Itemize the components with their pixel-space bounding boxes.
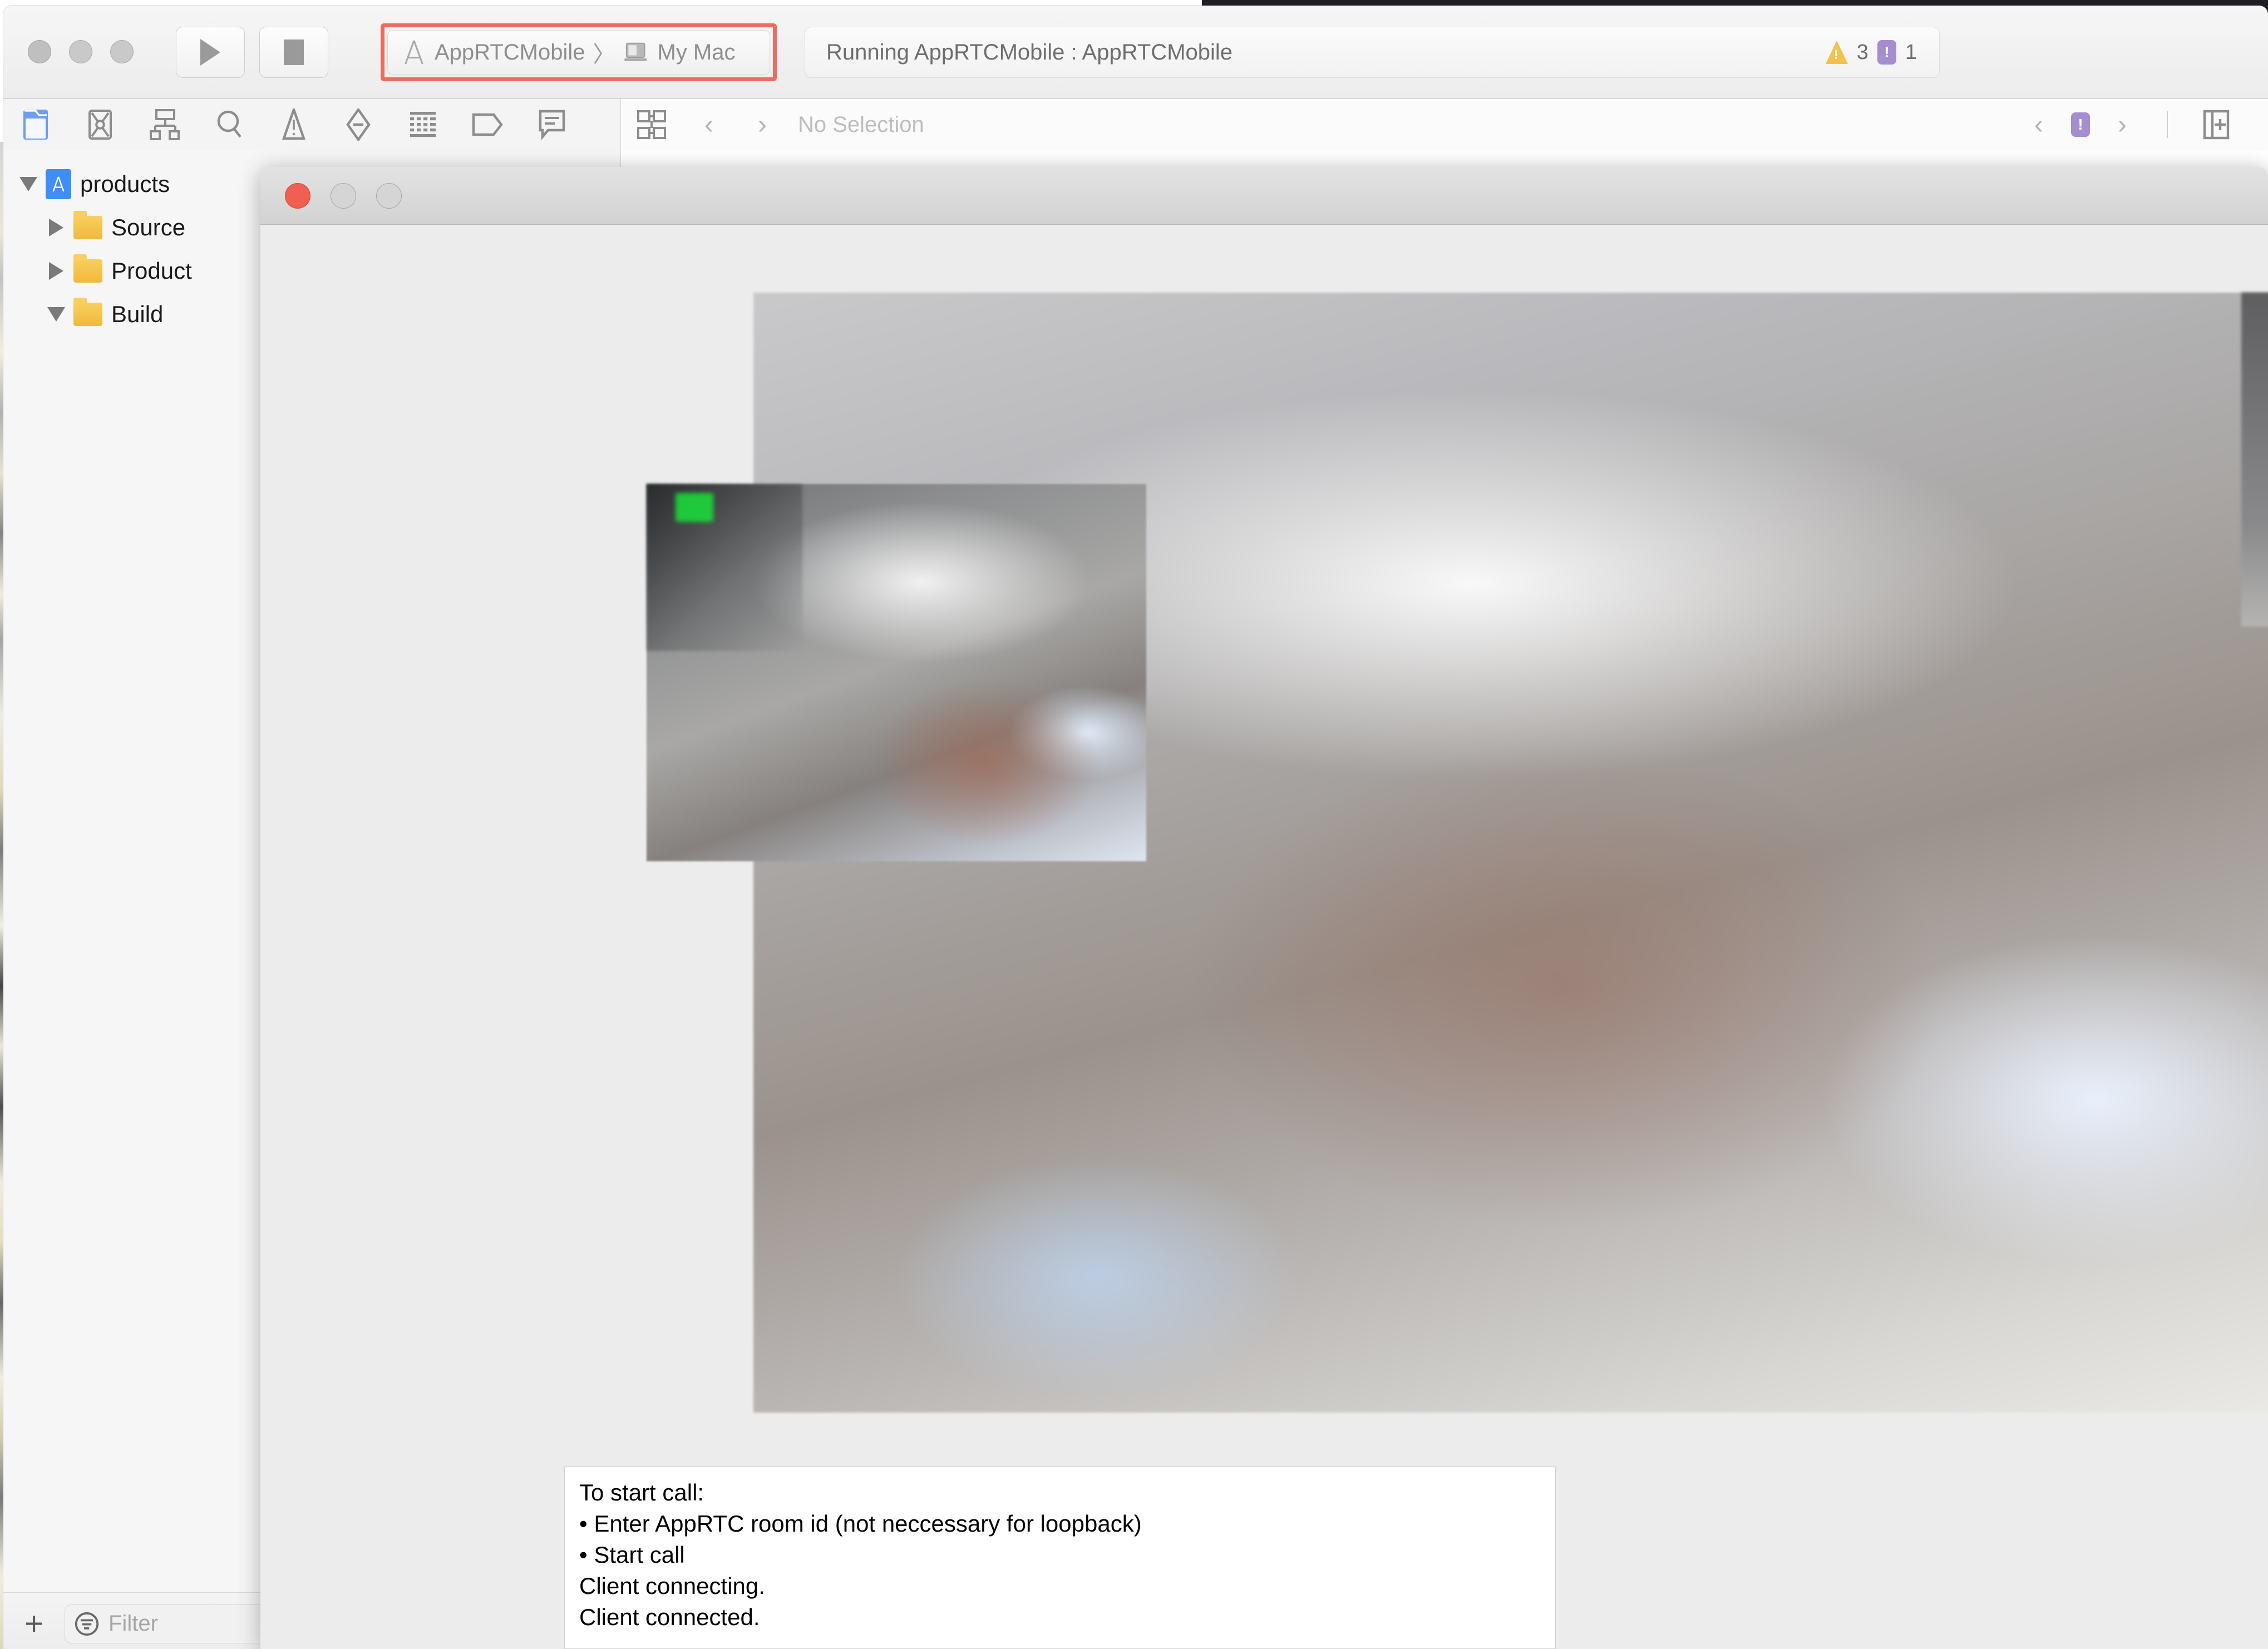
log-line: • Start call — [579, 1542, 685, 1568]
xcode-close-button[interactable] — [28, 40, 51, 63]
folder-icon-source — [73, 211, 102, 239]
xcode-minimize-button[interactable] — [69, 40, 92, 63]
editor-toolbar-divider — [2167, 111, 2168, 138]
related-items-icon[interactable] — [621, 110, 682, 139]
filter-icon — [75, 1612, 99, 1636]
call-log-textview[interactable]: To start call: • Enter AppRTC room id (n… — [564, 1467, 1556, 1649]
scheme-highlight-box — [381, 23, 777, 81]
screen-root: AppRTCMobile 〉 My Mac Running AppRTCMobi… — [0, 0, 2268, 1649]
filter-placeholder: Filter — [109, 1611, 158, 1636]
previous-issue-button[interactable]: ‹ — [2012, 110, 2065, 140]
editor-issue-badge[interactable]: ! — [2071, 112, 2090, 137]
stop-button[interactable] — [259, 27, 328, 78]
local-video-dark-corner — [647, 484, 802, 651]
editor-forward-button[interactable]: › — [736, 110, 789, 140]
issue-navigator-icon[interactable] — [262, 99, 326, 150]
editor-jump-bar: ‹ › No Selection ‹ ! › — [621, 99, 2268, 150]
breakpoint-navigator-icon[interactable] — [455, 99, 520, 150]
apprtc-close-button[interactable] — [285, 182, 310, 209]
apprtc-title-bar[interactable] — [260, 167, 2268, 225]
warnings-count: 3 — [1856, 40, 1868, 64]
tree-label-source: Source — [111, 214, 186, 240]
editor-back-button[interactable]: ‹ — [682, 110, 736, 140]
log-line: To start call: — [579, 1479, 704, 1505]
status-text: Running AppRTCMobile : AppRTCMobile — [826, 40, 1233, 65]
log-line: Client connecting. — [579, 1573, 765, 1599]
play-icon — [200, 39, 220, 66]
log-line: Client connected. — [579, 1604, 760, 1630]
disclosure-triangle-products[interactable] — [11, 177, 46, 191]
report-navigator-icon[interactable] — [520, 99, 584, 150]
apprtc-mobile-window: To start call: • Enter AppRTC room id (n… — [260, 167, 2268, 1649]
next-issue-button[interactable]: › — [2096, 110, 2149, 140]
editor-selection-label: No Selection — [798, 112, 924, 137]
folder-icon-build — [73, 298, 102, 326]
xcode-traffic-lights — [28, 40, 134, 63]
project-navigator-icon[interactable] — [3, 99, 68, 150]
apprtc-minimize-button[interactable] — [331, 182, 356, 209]
xcode-toolbar: AppRTCMobile 〉 My Mac Running AppRTCMobi… — [3, 6, 2268, 99]
disclosure-triangle-build[interactable] — [39, 307, 73, 322]
source-control-navigator-icon[interactable] — [68, 99, 132, 150]
run-button[interactable] — [176, 27, 245, 78]
editor-issue-controls: ‹ ! › — [2012, 109, 2268, 140]
xcode-project-icon — [46, 169, 71, 199]
xcode-zoom-button[interactable] — [110, 40, 134, 63]
activity-status-bar[interactable]: Running AppRTCMobile : AppRTCMobile 3 ! … — [805, 27, 1940, 78]
folder-icon-product — [73, 254, 102, 283]
debug-navigator-icon[interactable] — [391, 99, 455, 150]
local-video-green-highlight — [676, 493, 713, 522]
add-file-button[interactable]: + — [3, 1605, 65, 1642]
issue-icon[interactable]: ! — [1877, 40, 1896, 65]
log-line: • Enter AppRTC room id (not neccessary f… — [579, 1510, 1142, 1537]
status-badges: 3 ! 1 — [1825, 40, 1917, 65]
add-editor-icon[interactable] — [2186, 109, 2247, 140]
apprtc-content: To start call: • Enter AppRTC room id (n… — [260, 225, 2268, 1649]
tree-label-product: Product — [111, 258, 192, 284]
test-navigator-icon[interactable] — [326, 99, 391, 150]
tree-label-products: products — [80, 171, 170, 197]
apprtc-zoom-button[interactable] — [376, 182, 402, 209]
disclosure-triangle-source[interactable] — [39, 219, 73, 236]
warning-icon[interactable] — [1825, 41, 1848, 64]
disclosure-triangle-product[interactable] — [39, 262, 73, 280]
issues-count: 1 — [1905, 40, 1917, 64]
tree-label-build: Build — [111, 301, 164, 327]
find-navigator-icon[interactable] — [197, 99, 262, 150]
remote-video-edge-shadow — [2241, 293, 2268, 626]
symbol-navigator-icon[interactable] — [132, 99, 197, 150]
navigator-editor-bar: ‹ › No Selection ‹ ! › — [3, 99, 2268, 150]
navigator-selector-bar — [3, 99, 621, 150]
stop-icon — [284, 40, 304, 65]
